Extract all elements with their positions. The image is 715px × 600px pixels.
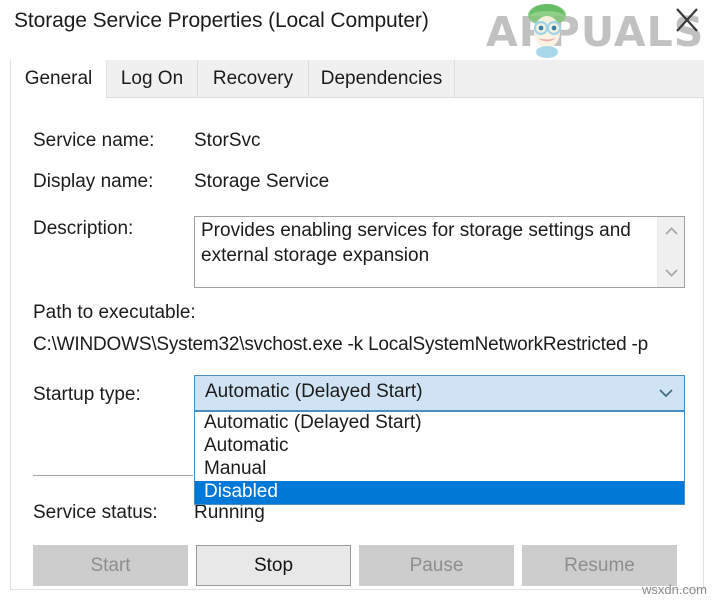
title-bar: Storage Service Properties (Local Comput…: [0, 0, 715, 57]
service-name-value: StorSvc: [194, 130, 261, 152]
pause-button[interactable]: Pause: [359, 545, 514, 586]
display-name-value: Storage Service: [194, 171, 329, 193]
tab-general[interactable]: General: [10, 60, 107, 99]
chevron-up-icon[interactable]: [658, 221, 685, 243]
close-icon: [663, 0, 711, 40]
section-divider: [33, 475, 193, 476]
startup-type-combobox[interactable]: Automatic (Delayed Start): [194, 375, 685, 411]
dropdown-option-manual[interactable]: Manual: [195, 458, 684, 481]
window-title: Storage Service Properties (Local Comput…: [14, 9, 429, 33]
dropdown-option-disabled[interactable]: Disabled: [195, 481, 684, 504]
site-watermark: wsxdn.com: [642, 582, 707, 597]
path-to-executable-label: Path to executable:: [33, 302, 196, 324]
chevron-down-icon: [656, 385, 676, 401]
description-label: Description:: [33, 218, 133, 240]
tab-log-on-label: Log On: [121, 68, 183, 89]
service-name-label: Service name:: [33, 130, 154, 152]
tab-dependencies-label: Dependencies: [321, 68, 442, 89]
chevron-down-icon[interactable]: [658, 261, 685, 283]
tab-recovery-label: Recovery: [213, 68, 293, 89]
stop-button[interactable]: Stop: [196, 545, 351, 586]
startup-type-label: Startup type:: [33, 384, 141, 406]
tab-general-label: General: [25, 68, 93, 89]
start-button[interactable]: Start: [33, 545, 188, 586]
general-tab-panel: Service name: StorSvc Display name: Stor…: [10, 98, 704, 590]
appuals-mascot-icon: [519, 2, 575, 58]
dropdown-option-automatic-delayed[interactable]: Automatic (Delayed Start): [195, 412, 684, 435]
service-status-label: Service status:: [33, 502, 158, 524]
description-textbox[interactable]: Provides enabling services for storage s…: [194, 216, 685, 288]
startup-type-dropdown-list[interactable]: Automatic (Delayed Start) Automatic Manu…: [194, 411, 685, 505]
tab-recovery[interactable]: Recovery: [198, 60, 309, 98]
description-text: Provides enabling services for storage s…: [201, 218, 633, 268]
description-scrollbar[interactable]: [657, 217, 684, 287]
path-to-executable-value: C:\WINDOWS\System32\svchost.exe -k Local…: [33, 334, 648, 356]
close-button[interactable]: [663, 0, 711, 40]
tab-strip: General Log On Recovery Dependencies: [10, 60, 704, 98]
service-status-value: Running: [194, 502, 265, 524]
service-control-buttons: Start Stop Pause Resume: [11, 545, 705, 589]
tab-log-on[interactable]: Log On: [107, 60, 198, 98]
service-properties-window: Storage Service Properties (Local Comput…: [0, 0, 715, 600]
startup-type-selected-value: Automatic (Delayed Start): [205, 381, 423, 403]
tab-dependencies[interactable]: Dependencies: [309, 60, 455, 98]
resume-button[interactable]: Resume: [522, 545, 677, 586]
display-name-label: Display name:: [33, 171, 153, 193]
dropdown-option-automatic[interactable]: Automatic: [195, 435, 684, 458]
